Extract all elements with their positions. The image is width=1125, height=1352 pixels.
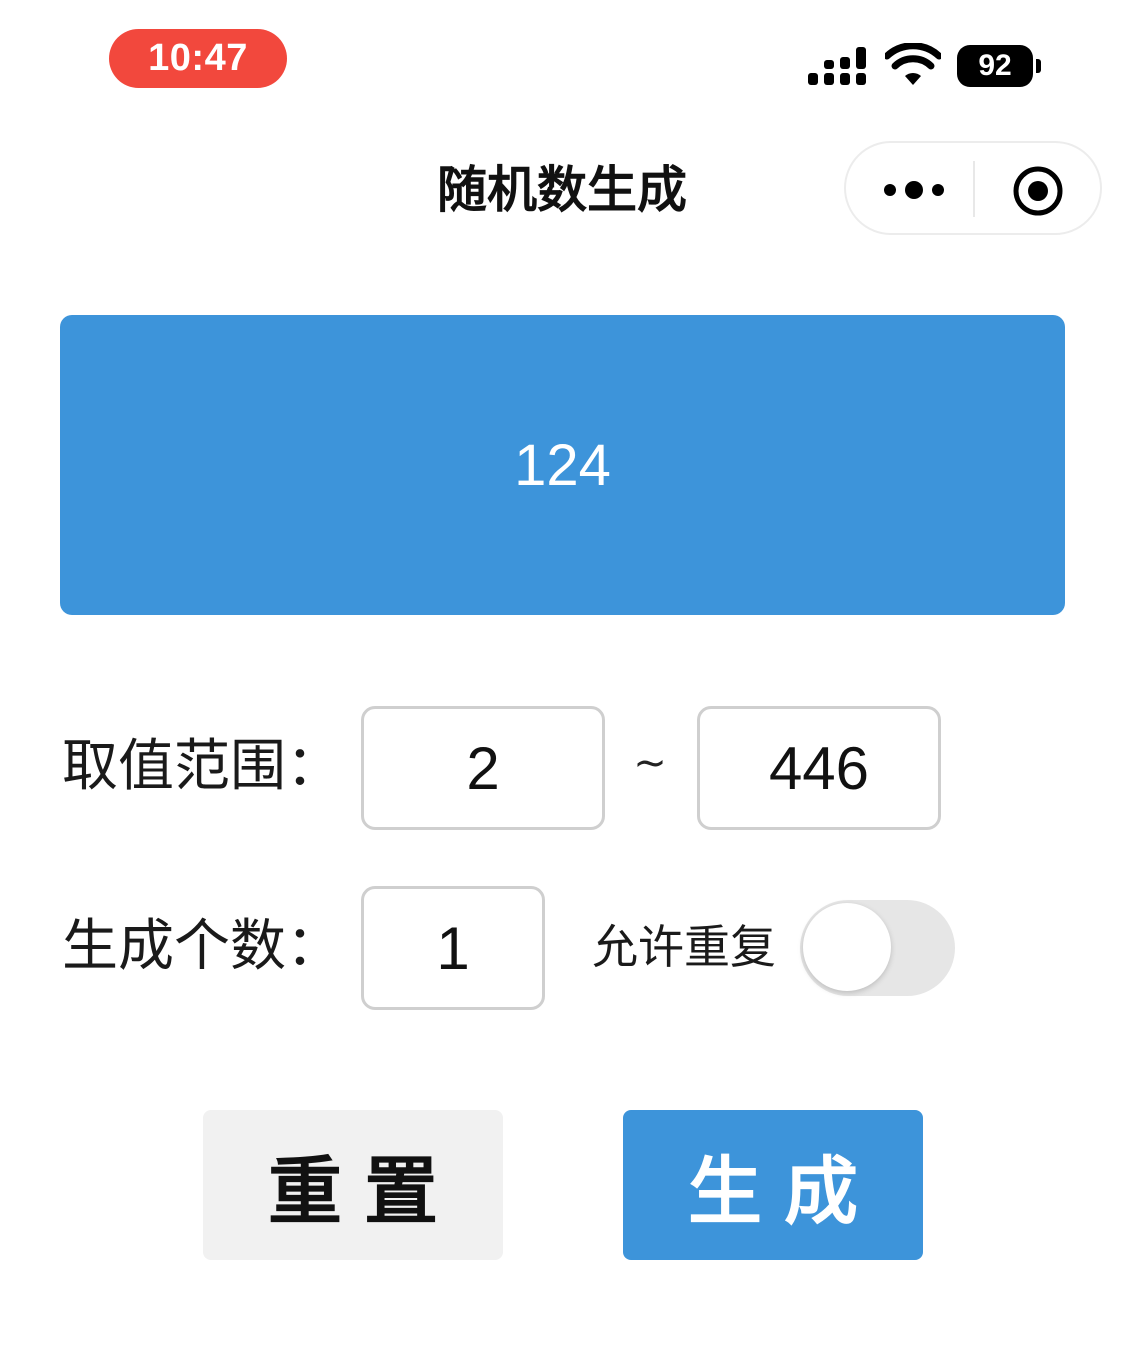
allow-repeat-label: 允许重复 [592, 920, 776, 974]
result-display: 124 [60, 315, 1065, 615]
range-separator: ~ [633, 740, 667, 786]
range-min-input[interactable]: 2 [361, 706, 605, 830]
result-value: 124 [514, 432, 611, 498]
battery-icon: 92 [957, 45, 1043, 87]
range-max-input[interactable]: 446 [697, 706, 941, 830]
battery-cap [1036, 59, 1041, 73]
reset-button[interactable]: 重置 [203, 1110, 503, 1260]
page-title: 随机数生成 [437, 161, 687, 219]
count-input[interactable]: 1 [361, 886, 545, 1010]
close-target-icon[interactable] [1012, 165, 1064, 217]
count-label: 生成个数： [62, 914, 342, 979]
wifi-icon [885, 43, 941, 85]
signal-icon [808, 47, 866, 85]
capsule-divider [973, 161, 975, 217]
status-time: 10:47 [109, 29, 287, 88]
more-dots-icon[interactable] [876, 168, 956, 212]
range-label: 取值范围： [62, 734, 342, 799]
mini-program-capsule [844, 141, 1102, 235]
allow-repeat-toggle[interactable] [800, 900, 955, 996]
generate-button[interactable]: 生成 [623, 1110, 923, 1260]
toggle-knob [803, 903, 891, 991]
battery-level: 92 [957, 45, 1033, 87]
